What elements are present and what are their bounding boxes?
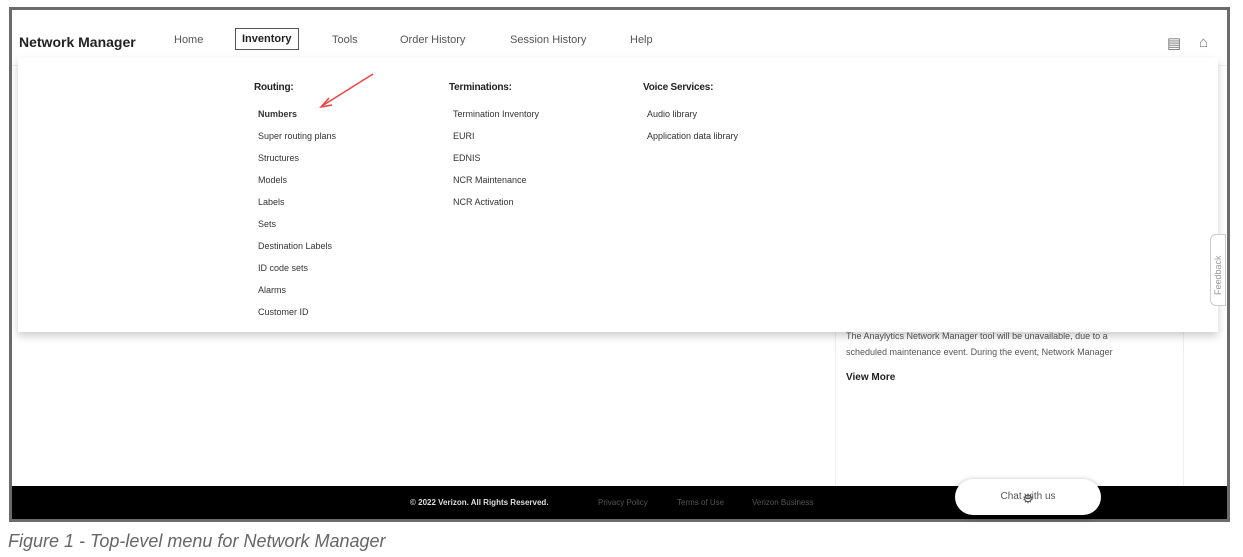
copyright: © 2022 Verizon. All Rights Reserved. bbox=[410, 498, 549, 507]
menu-item-ncr-activation[interactable]: NCR Activation bbox=[453, 196, 539, 218]
menu-item-application-data-library[interactable]: Application data library bbox=[647, 130, 738, 152]
chat-label: Chat with us bbox=[1000, 491, 1056, 502]
terminations-column: Terminations: Termination Inventory EURI… bbox=[449, 82, 539, 218]
brand-title: Network Manager bbox=[19, 34, 136, 50]
footer: © 2022 Verizon. All Rights Reserved. Pri… bbox=[12, 479, 1227, 519]
voice-services-column: Voice Services: Audio library Applicatio… bbox=[643, 82, 738, 152]
view-more-link[interactable]: View More bbox=[846, 372, 1173, 383]
notice-text-2: scheduled maintenance event. During the … bbox=[846, 347, 1113, 357]
figure-caption: Figure 1 - Top-level menu for Network Ma… bbox=[8, 531, 386, 551]
nav-order-history[interactable]: Order History bbox=[400, 34, 465, 46]
routing-column: Routing: Numbers Super routing plans Str… bbox=[254, 82, 336, 328]
home-icon[interactable]: ⌂ bbox=[1199, 34, 1208, 51]
menu-item-audio-library[interactable]: Audio library bbox=[647, 108, 738, 130]
menu-item-structures[interactable]: Structures bbox=[258, 152, 336, 174]
nav-inventory[interactable]: Inventory bbox=[235, 28, 299, 50]
chat-button[interactable]: ⚙ Chat with us bbox=[955, 479, 1101, 515]
menu-item-models[interactable]: Models bbox=[258, 174, 336, 196]
voice-services-heading: Voice Services: bbox=[643, 82, 714, 93]
red-arrow-annotation-icon bbox=[318, 73, 374, 109]
menu-item-customer-id[interactable]: Customer ID bbox=[258, 306, 336, 328]
menu-item-ncr-maintenance[interactable]: NCR Maintenance bbox=[453, 174, 539, 196]
menu-item-euri[interactable]: EURI bbox=[453, 130, 539, 152]
nav-help[interactable]: Help bbox=[630, 34, 653, 46]
terminations-heading: Terminations: bbox=[449, 82, 512, 93]
document-icon[interactable]: ▤ bbox=[1167, 34, 1181, 52]
menu-item-super-routing-plans[interactable]: Super routing plans bbox=[258, 130, 336, 152]
inventory-dropdown-menu: Routing: Numbers Super routing plans Str… bbox=[18, 58, 1218, 332]
maintenance-notice: The Anaylytics Network Manager tool will… bbox=[835, 320, 1184, 488]
terms-of-use-link[interactable]: Terms of Use bbox=[677, 498, 724, 507]
menu-item-sets[interactable]: Sets bbox=[258, 218, 336, 240]
feedback-label: Feedback bbox=[1213, 255, 1223, 295]
menu-item-labels[interactable]: Labels bbox=[258, 196, 336, 218]
privacy-policy-link[interactable]: Privacy Policy bbox=[598, 498, 648, 507]
menu-item-ednis[interactable]: EDNIS bbox=[453, 152, 539, 174]
menu-item-alarms[interactable]: Alarms bbox=[258, 284, 336, 306]
nav-session-history[interactable]: Session History bbox=[510, 34, 586, 46]
menu-item-termination-inventory[interactable]: Termination Inventory bbox=[453, 108, 539, 130]
menu-item-destination-labels[interactable]: Destination Labels bbox=[258, 240, 336, 262]
nav-tools[interactable]: Tools bbox=[332, 34, 358, 46]
menu-item-id-code-sets[interactable]: ID code sets bbox=[258, 262, 336, 284]
app-window: Network Manager Home Inventory Tools Ord… bbox=[9, 7, 1230, 522]
feedback-tab[interactable]: Feedback bbox=[1210, 234, 1226, 306]
nav-home[interactable]: Home bbox=[174, 34, 203, 46]
verizon-business-link[interactable]: Verizon Business bbox=[752, 498, 813, 507]
